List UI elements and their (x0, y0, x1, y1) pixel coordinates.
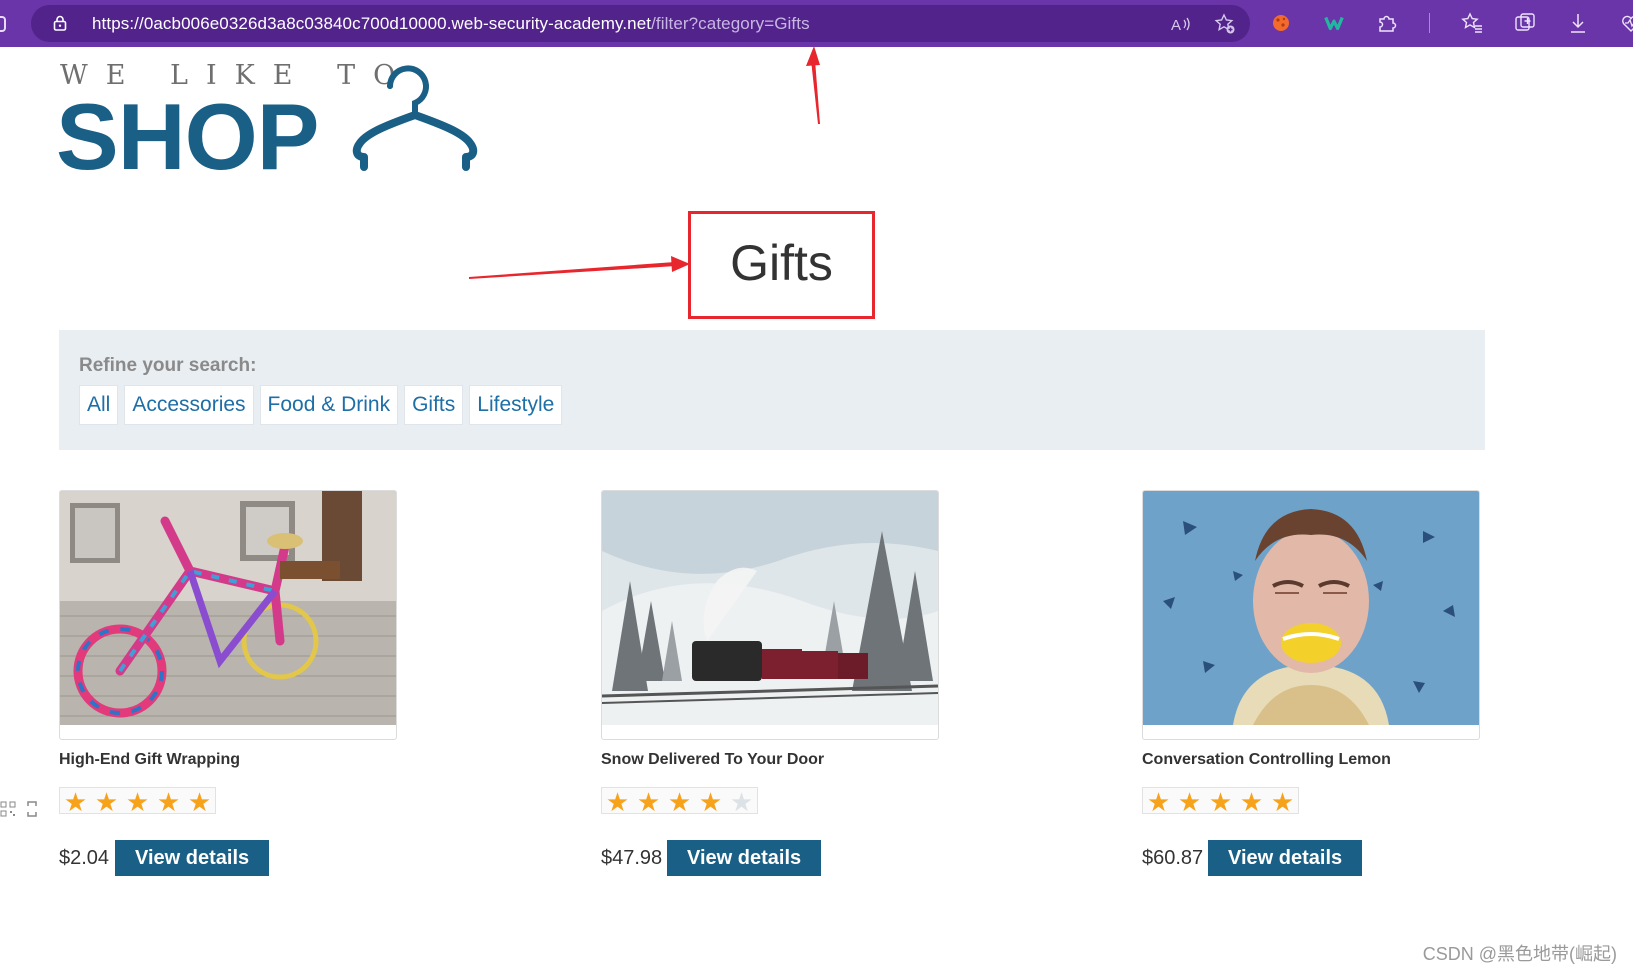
star-icon: ★ (156, 786, 181, 817)
extension-wappalyzer-icon[interactable] (1323, 12, 1345, 34)
filter-gifts[interactable]: Gifts (404, 385, 464, 425)
star-icon: ★ (187, 786, 212, 817)
svg-text:A: A (1171, 17, 1181, 34)
page-title: Gifts (730, 235, 833, 291)
product-price: $60.87 (1142, 847, 1204, 869)
star-icon: ★ (1146, 786, 1171, 817)
product-price: $47.98 (601, 847, 663, 869)
star-rating: ★ ★ ★ ★ ★ (59, 786, 216, 817)
star-icon: ★ (698, 786, 723, 817)
filter-panel: Refine your search: All Accessories Food… (59, 330, 1485, 450)
browser-toolbar: https://0acb006e0326d3a8c03840c700d10000… (0, 0, 1633, 47)
product-image (1142, 490, 1480, 740)
product-name: Snow Delivered To Your Door (601, 751, 825, 768)
url-text[interactable]: https://0acb006e0326d3a8c03840c700d10000… (92, 14, 810, 34)
toolbar-separator (1429, 13, 1430, 33)
read-aloud-icon[interactable]: A (1170, 13, 1192, 35)
view-details-button[interactable]: View details (667, 840, 822, 876)
view-details-button[interactable]: View details (1208, 840, 1363, 876)
product-image (59, 490, 397, 740)
star-icon: ★ (94, 786, 119, 817)
star-icon: ★ (125, 786, 150, 817)
filter-accessories[interactable]: Accessories (124, 385, 254, 425)
star-icon: ★ (1239, 786, 1264, 817)
collections-icon[interactable] (1514, 12, 1536, 34)
add-favorite-icon[interactable] (1214, 13, 1236, 35)
star-rating: ★ ★ ★ ★ ★ (1142, 786, 1299, 817)
star-icon: ★ (605, 786, 630, 817)
star-icon: ★ (729, 786, 754, 817)
hanger-logo-icon (352, 65, 478, 171)
star-rating: ★ ★ ★ ★ ★ (601, 786, 758, 817)
star-icon: ★ (63, 786, 88, 817)
expand-icon[interactable] (26, 800, 38, 818)
product-name: Conversation Controlling Lemon (1142, 751, 1391, 768)
sidebar-toggle-icon[interactable] (0, 16, 6, 32)
url-origin: https://0acb006e0326d3a8c03840c700d10000… (92, 14, 652, 33)
star-icon: ★ (1177, 786, 1202, 817)
filter-lifestyle[interactable]: Lifestyle (469, 385, 563, 425)
browser-essentials-icon[interactable] (1620, 12, 1633, 34)
arrow-to-heading (469, 256, 690, 279)
arrow-to-url (806, 46, 820, 124)
logo-brand[interactable]: SHOP (56, 90, 319, 184)
filter-all[interactable]: All (79, 385, 119, 425)
product-image (601, 490, 939, 740)
lock-icon[interactable] (53, 15, 67, 31)
extension-cookie-icon[interactable] (1270, 12, 1292, 34)
product-name: High-End Gift Wrapping (59, 751, 241, 768)
qr-icon[interactable] (0, 801, 16, 817)
downloads-icon[interactable] (1567, 12, 1589, 34)
star-icon: ★ (636, 786, 661, 817)
side-widget[interactable] (0, 798, 42, 820)
star-icon: ★ (667, 786, 692, 817)
filter-food-drink[interactable]: Food & Drink (259, 385, 399, 425)
star-icon: ★ (1208, 786, 1233, 817)
star-icon: ★ (1270, 786, 1295, 817)
extensions-puzzle-icon[interactable] (1376, 12, 1398, 34)
favorites-icon[interactable] (1461, 12, 1483, 34)
url-path: /filter?category=Gifts (651, 14, 810, 33)
watermark: CSDN @黑色地带(崛起) (1422, 944, 1617, 964)
view-details-button[interactable]: View details (115, 840, 270, 876)
filter-label: Refine your search: (79, 355, 257, 376)
address-bar[interactable]: https://0acb006e0326d3a8c03840c700d10000… (31, 5, 1250, 42)
product-price: $2.04 (59, 847, 110, 869)
